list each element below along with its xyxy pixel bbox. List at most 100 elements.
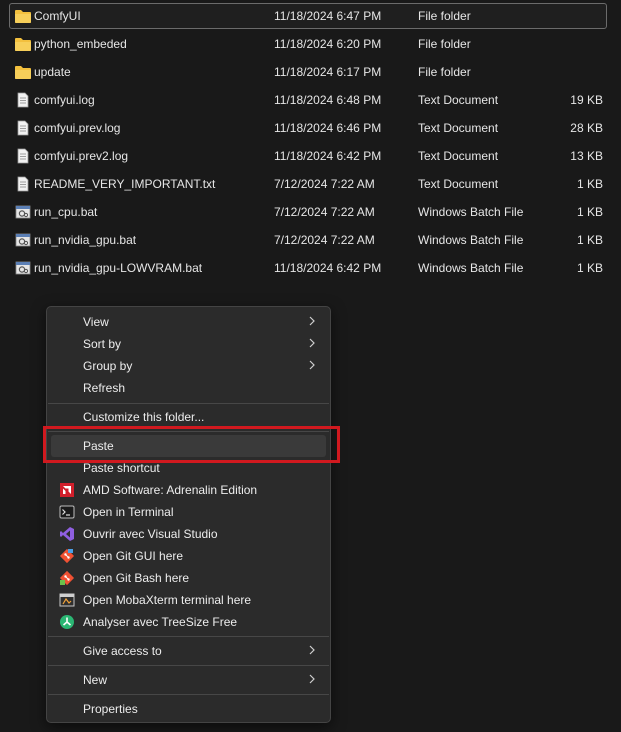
- menu-item-view[interactable]: View: [51, 311, 326, 333]
- menu-item-group-by[interactable]: Group by: [51, 355, 326, 377]
- file-name: ComfyUI: [34, 9, 81, 23]
- file-date: 11/18/2024 6:42 PM: [274, 261, 382, 275]
- file-row-comfyui[interactable]: ComfyUI 11/18/2024 6:47 PM File folder: [9, 3, 607, 29]
- file-date: 11/18/2024 6:46 PM: [274, 121, 382, 135]
- menu-item-label: Group by: [83, 359, 133, 373]
- menu-item-label: Refresh: [83, 381, 126, 395]
- file-size: 1 KB: [576, 177, 603, 191]
- treesize-icon: [60, 615, 74, 629]
- chevron-right-icon: [309, 338, 315, 348]
- file-size: 1 KB: [576, 261, 603, 275]
- file-name: python_embeded: [34, 37, 127, 51]
- batch-file-icon: [15, 233, 31, 247]
- text-document-icon: [17, 120, 29, 136]
- file-name: update: [34, 65, 71, 79]
- menu-item-label: Sort by: [83, 337, 122, 351]
- menu-item-git-bash[interactable]: Open Git Bash here: [51, 567, 326, 589]
- file-name: README_VERY_IMPORTANT.txt: [34, 177, 216, 191]
- file-row-python-embeded[interactable]: python_embeded 11/18/2024 6:20 PM File f…: [9, 31, 607, 57]
- menu-item-git-gui[interactable]: Open Git GUI here: [51, 545, 326, 567]
- menu-item-label: Analyser avec TreeSize Free: [83, 615, 238, 629]
- batch-file-icon: [15, 205, 31, 219]
- terminal-icon: [59, 505, 75, 519]
- file-size: 28 KB: [570, 121, 603, 135]
- menu-item-customize-folder[interactable]: Customize this folder...: [51, 406, 326, 428]
- menu-item-label: Paste shortcut: [83, 461, 160, 475]
- file-type: Windows Batch File: [418, 261, 524, 275]
- menu-item-sort-by[interactable]: Sort by: [51, 333, 326, 355]
- folder-icon: [15, 66, 31, 79]
- file-date: 7/12/2024 7:22 AM: [274, 233, 375, 247]
- file-type: Text Document: [418, 121, 499, 135]
- file-type: Windows Batch File: [418, 233, 524, 247]
- text-document-icon: [17, 148, 29, 164]
- file-row-run-nvidia-gpu-lowvram[interactable]: run_nvidia_gpu-LOWVRAM.bat 11/18/2024 6:…: [9, 255, 607, 281]
- file-date: 11/18/2024 6:47 PM: [274, 9, 382, 23]
- folder-icon: [15, 10, 31, 23]
- menu-item-label: Give access to: [83, 644, 162, 658]
- amd-icon: [60, 483, 74, 497]
- file-row-run-cpu[interactable]: run_cpu.bat 7/12/2024 7:22 AM Windows Ba…: [9, 199, 607, 225]
- folder-icon: [15, 38, 31, 51]
- paste-highlight-box: [43, 426, 340, 463]
- file-name: comfyui.prev.log: [34, 121, 121, 135]
- menu-item-open-terminal[interactable]: Open in Terminal: [51, 501, 326, 523]
- file-date: 7/12/2024 7:22 AM: [274, 205, 375, 219]
- file-type: File folder: [418, 65, 471, 79]
- menu-item-label: Properties: [83, 702, 138, 716]
- batch-file-icon: [15, 261, 31, 275]
- file-name: comfyui.log: [34, 93, 95, 107]
- chevron-right-icon: [309, 674, 315, 684]
- menu-item-label: Open Git GUI here: [83, 549, 184, 563]
- file-size: 1 KB: [576, 205, 603, 219]
- file-row-update[interactable]: update 11/18/2024 6:17 PM File folder: [9, 59, 607, 85]
- file-row-comfyui-log[interactable]: comfyui.log 11/18/2024 6:48 PM Text Docu…: [9, 87, 607, 113]
- git-gui-icon: [59, 548, 75, 564]
- chevron-right-icon: [309, 645, 315, 655]
- file-type: File folder: [418, 37, 471, 51]
- file-name: run_cpu.bat: [34, 205, 98, 219]
- menu-item-label: AMD Software: Adrenalin Edition: [83, 483, 258, 497]
- text-document-icon: [17, 176, 29, 192]
- file-row-run-nvidia-gpu[interactable]: run_nvidia_gpu.bat 7/12/2024 7:22 AM Win…: [9, 227, 607, 253]
- file-date: 11/18/2024 6:17 PM: [274, 65, 382, 79]
- file-size: 1 KB: [576, 233, 603, 247]
- file-size: 13 KB: [570, 149, 603, 163]
- context-menu: View Sort by Group by Refresh Customize …: [46, 306, 331, 723]
- file-name: comfyui.prev2.log: [34, 149, 129, 163]
- menu-item-label: Customize this folder...: [83, 410, 205, 424]
- menu-item-give-access[interactable]: Give access to: [51, 640, 326, 662]
- menu-item-label: Ouvrir avec Visual Studio: [83, 527, 218, 541]
- menu-item-refresh[interactable]: Refresh: [51, 377, 326, 399]
- menu-item-visual-studio[interactable]: Ouvrir avec Visual Studio: [51, 523, 326, 545]
- file-type: File folder: [418, 9, 471, 23]
- file-date: 11/18/2024 6:48 PM: [274, 93, 382, 107]
- menu-item-label: Open MobaXterm terminal here: [83, 593, 252, 607]
- file-row-readme[interactable]: README_VERY_IMPORTANT.txt 7/12/2024 7:22…: [9, 171, 607, 197]
- menu-item-amd-software[interactable]: AMD Software: Adrenalin Edition: [51, 479, 326, 501]
- file-type: Windows Batch File: [418, 205, 524, 219]
- file-name: run_nvidia_gpu-LOWVRAM.bat: [34, 261, 203, 275]
- menu-item-mobaxterm[interactable]: Open MobaXterm terminal here: [51, 589, 326, 611]
- menu-item-label: View: [83, 315, 109, 329]
- file-name: run_nvidia_gpu.bat: [34, 233, 137, 247]
- file-date: 7/12/2024 7:22 AM: [274, 177, 375, 191]
- file-size: 19 KB: [570, 93, 603, 107]
- menu-separator: [48, 403, 329, 404]
- visual-studio-icon: [60, 527, 74, 541]
- menu-separator: [48, 694, 329, 695]
- menu-item-label: Open in Terminal: [83, 505, 174, 519]
- menu-item-label: New: [83, 673, 108, 687]
- file-row-comfyui-prev2-log[interactable]: comfyui.prev2.log 11/18/2024 6:42 PM Tex…: [9, 143, 607, 169]
- menu-item-new[interactable]: New: [51, 669, 326, 691]
- menu-item-properties[interactable]: Properties: [51, 698, 326, 720]
- file-type: Text Document: [418, 177, 499, 191]
- file-row-comfyui-prev-log[interactable]: comfyui.prev.log 11/18/2024 6:46 PM Text…: [9, 115, 607, 141]
- git-bash-icon: [59, 570, 75, 586]
- menu-item-treesize[interactable]: Analyser avec TreeSize Free: [51, 611, 326, 633]
- text-document-icon: [17, 92, 29, 108]
- menu-item-label: Open Git Bash here: [83, 571, 190, 585]
- file-type: Text Document: [418, 93, 499, 107]
- file-date: 11/18/2024 6:42 PM: [274, 149, 382, 163]
- file-type: Text Document: [418, 149, 499, 163]
